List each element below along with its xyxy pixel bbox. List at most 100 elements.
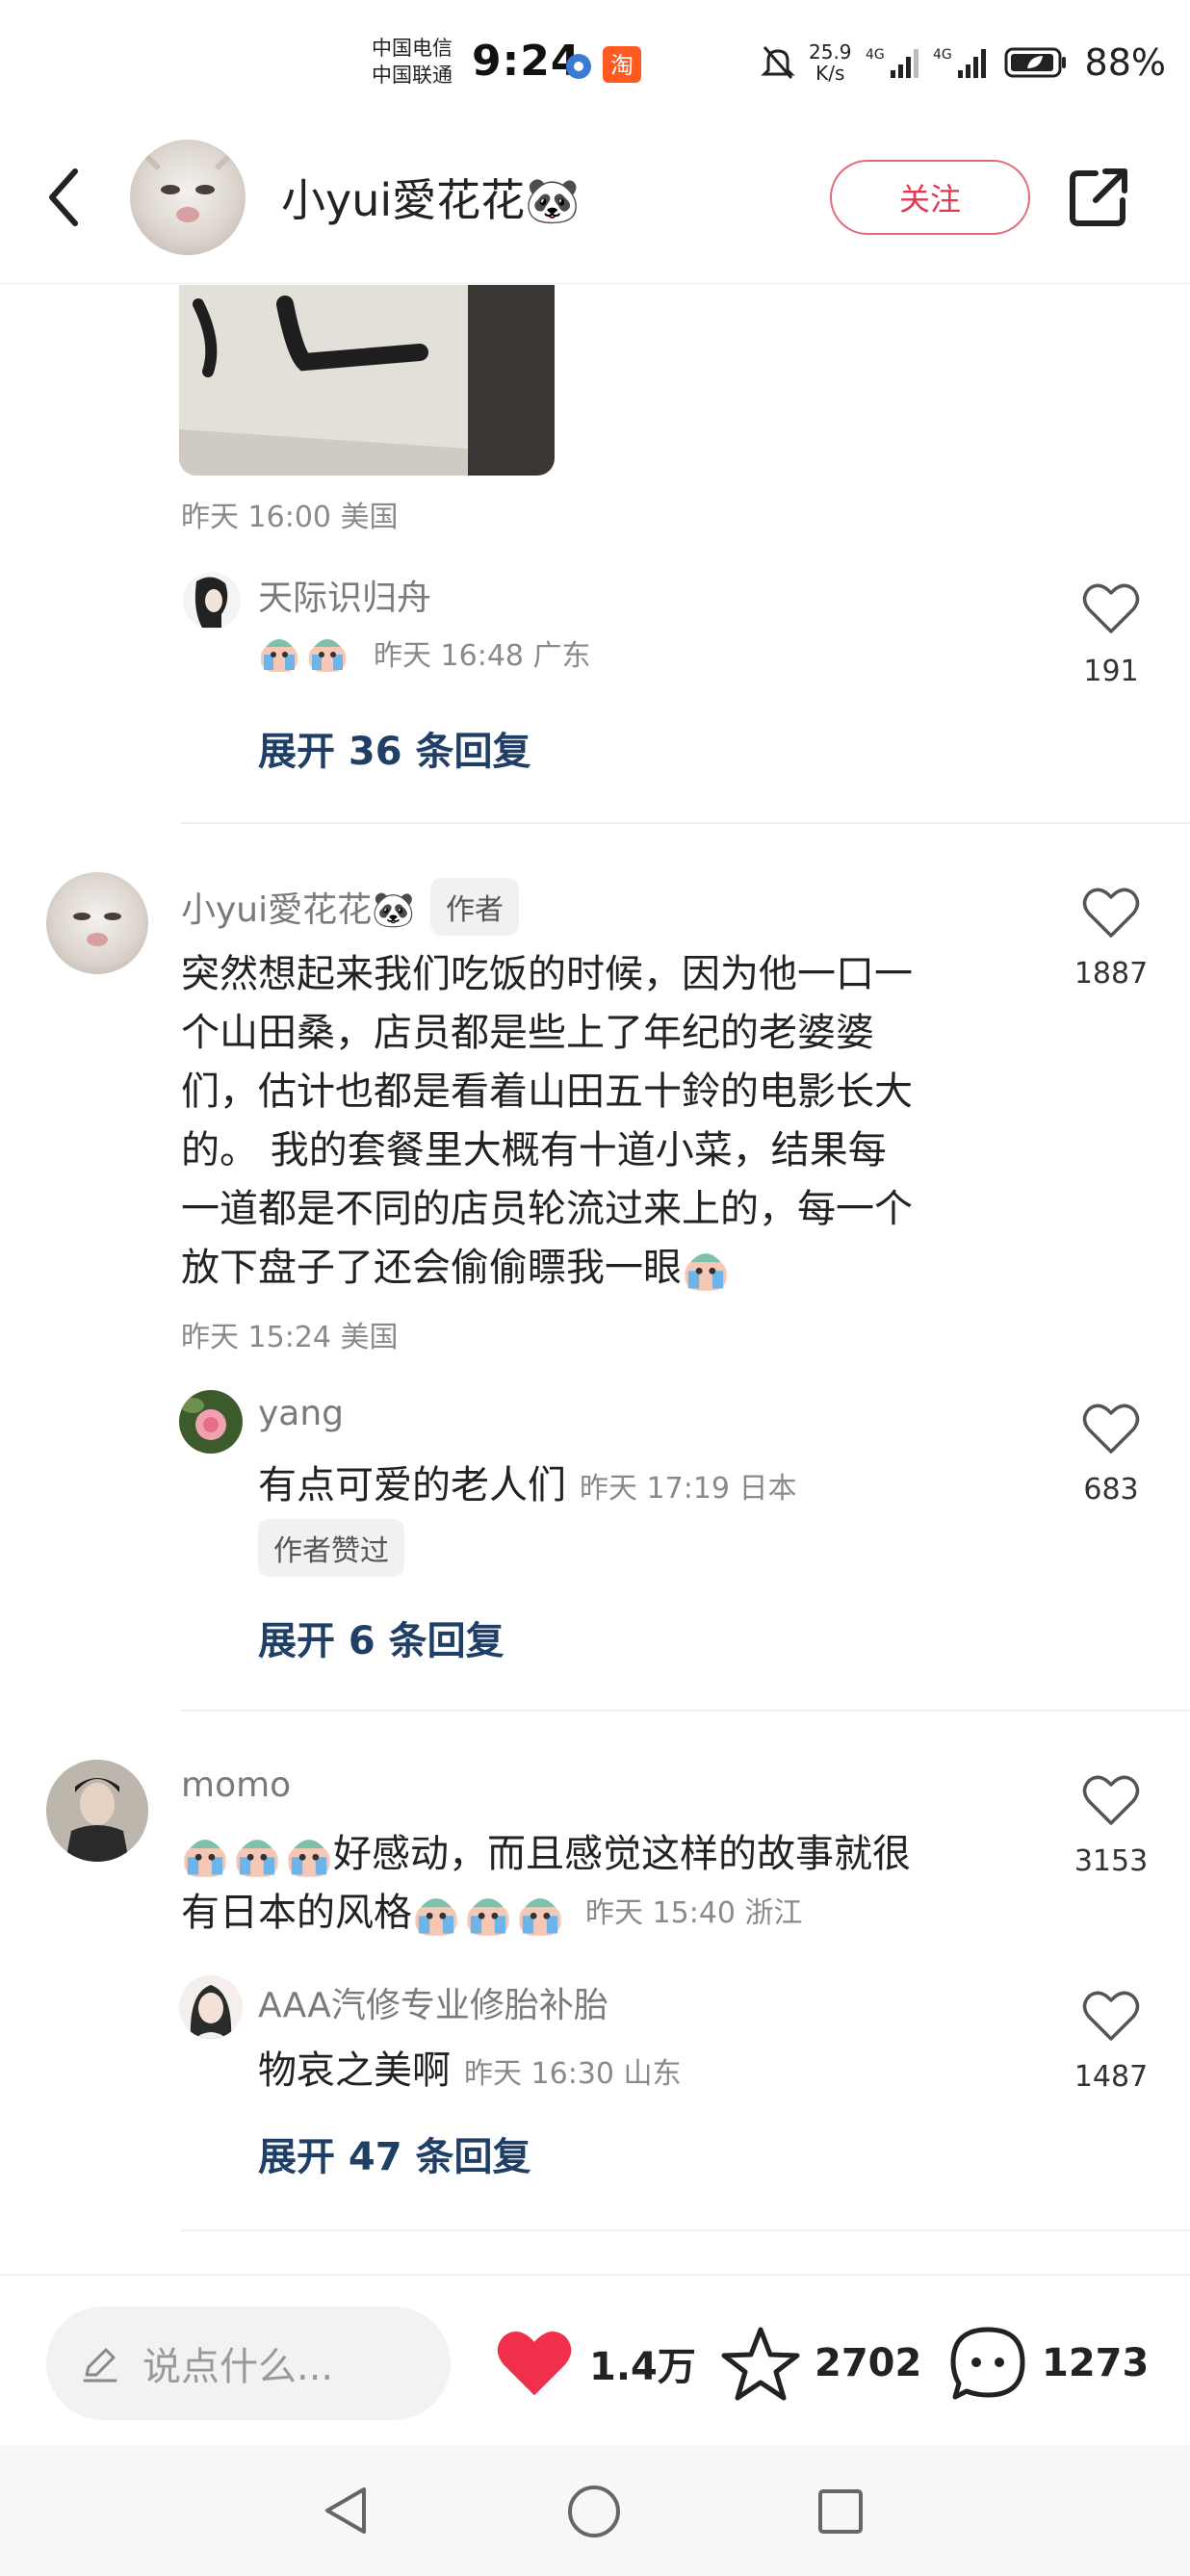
reply-like-button[interactable] [1082,581,1140,639]
commenter-avatar[interactable] [46,1760,148,1862]
comment-line: 们，估计也都是看着山田五十鈴的电影长大 [181,1069,913,1114]
crying-emoji-icon [467,1897,509,1936]
mute-icon [761,46,795,79]
comment-divider [181,1710,1190,1712]
reply-meta: 昨天 16:30 山东 [464,2057,682,2091]
carrier-unicom: 中国联通 [372,64,453,87]
reply-like-count: 1487 [1074,2060,1149,2094]
commenter-name[interactable]: 小yui愛花花🐼 [181,882,415,932]
like-count: 1.4万 [589,2345,696,2389]
comment-count: 1273 [1042,2341,1150,2385]
nav-recents-button[interactable] [816,2487,865,2539]
net-speed-unit: K/s [815,62,845,85]
star-outline-icon [721,2327,800,2401]
comment-line: 的。 我的套餐里大概有十道小菜，结果每 [181,1128,887,1172]
battery-icon [1004,47,1066,78]
nav-back-button[interactable] [322,2484,370,2541]
status-right: 25.9 K/s 4G 4G 88% [761,39,1166,87]
comment-line: 突然想起来我们吃饭的时候，因为他一口一 [181,952,913,996]
comment-line: 个山田桑，店员都是些上了年纪的老婆婆 [181,1011,874,1055]
author-name[interactable]: 小yui愛花花🐼 [281,166,580,229]
crying-emoji-icon [415,1897,457,1936]
comment-header: 小yui愛花花🐼 作者 [181,878,519,936]
reply-meta: 昨天 16:48 广东 [374,639,591,673]
favorite-count: 2702 [815,2341,922,2385]
author-liked-badge: 作者赞过 [258,1519,404,1577]
reply-like-button[interactable] [1082,1989,1140,2047]
location-icon [564,52,593,85]
comment-input-placeholder: 说点什么... [142,2345,334,2389]
reply-meta: 昨天 17:19 日本 [580,1472,797,1506]
comment-meta: 昨天 15:24 美国 [181,1321,399,1354]
reply-like-count: 683 [1083,1473,1139,1507]
expand-replies-button[interactable]: 展开 6 条回复 [258,1610,504,1665]
comment-line: 好感动，而且感觉这样的故事就很 [333,1832,911,1876]
like-post-button[interactable]: 1.4万 [493,2326,696,2401]
reply-like-count: 191 [1083,655,1139,688]
reply-avatar[interactable] [179,1975,243,2039]
triangle-back-icon [325,2487,366,2534]
signal-icon-1: 4G [866,47,918,78]
crying-emoji-icon [519,1897,561,1936]
comments-button[interactable]: 1273 [947,2324,1149,2403]
share-button[interactable] [1067,166,1130,229]
crying-emoji-icon [288,1839,330,1877]
net-speed: 25.9 K/s [809,41,852,84]
share-icon [1070,168,1127,226]
comment-image[interactable] [179,285,555,476]
comment-divider [181,2229,1190,2231]
back-button[interactable] [42,164,89,231]
reply-content: 有点可爱的老人们 昨天 17:19 日本 [258,1454,797,1509]
heart-outline-icon [1082,888,1140,938]
reply-content: 物哀之美啊 昨天 16:30 山东 [258,2039,682,2095]
comment-like-count: 3153 [1074,1844,1149,1878]
crying-emoji-icon [261,639,298,672]
svg-text:4G: 4G [866,47,885,63]
comment-input[interactable]: 说点什么... [46,2306,451,2420]
header-divider [0,283,1190,284]
heart-outline-icon [1082,1404,1140,1454]
heart-outline-icon [1082,1775,1140,1825]
comment-bubble-icon [950,2327,1025,2400]
comment-divider [181,822,1190,824]
follow-button[interactable]: 关注 [830,160,1030,235]
battery-percent: 88% [1084,41,1166,84]
reply-text: 物哀之美啊 [258,2048,451,2093]
taobao-icon: 淘 [601,44,643,89]
expand-replies-button[interactable]: 展开 36 条回复 [258,720,531,776]
author-badge: 作者 [429,878,519,936]
comment-like-count: 1887 [1074,957,1149,991]
comment-text: 突然想起来我们吃饭的时候，因为他一口一 个山田桑，店员都是些上了年纪的老婆婆 们… [181,945,1048,1298]
reply-author-name[interactable]: yang [258,1394,344,1433]
reply-like-button[interactable] [1082,1402,1140,1459]
crying-emoji-icon [685,1252,727,1291]
svg-text:4G: 4G [933,47,952,63]
reply-author-name[interactable]: 天际识归舟 [258,570,431,620]
commenter-avatar[interactable] [46,872,148,974]
favorite-button[interactable]: 2702 [720,2324,921,2403]
comment-like-button[interactable] [1082,886,1140,943]
reply-author-name[interactable]: AAA汽修专业修胎补胎 [258,1977,608,2027]
author-avatar[interactable] [130,140,246,255]
reply-avatar[interactable] [183,572,241,630]
post-meta: 昨天 16:00 美国 [181,501,399,534]
crying-emoji-icon [236,1839,278,1877]
comment-line: 一道都是不同的店员轮流过来上的，每一个 [181,1187,913,1231]
carrier-info: 中国电信 中国联通 [372,35,453,89]
commenter-name[interactable]: momo [181,1765,291,1805]
reply-content: 昨天 16:48 广东 [258,631,591,674]
carrier-telecom: 中国电信 [372,37,453,60]
crying-emoji-icon [184,1839,226,1877]
pencil-icon [83,2348,117,2383]
expand-replies-button[interactable]: 展开 47 条回复 [258,2125,531,2181]
chevron-left-icon [49,168,78,226]
comment-text: 好感动，而且感觉这样的故事就很 有日本的风格 昨天 15:40 浙江 [181,1825,1048,1943]
nav-home-button[interactable] [566,2484,622,2543]
circle-home-icon [568,2486,620,2537]
net-speed-value: 25.9 [809,40,852,64]
heart-outline-icon [1082,1991,1140,2041]
comment-like-button[interactable] [1082,1773,1140,1831]
square-recents-icon [818,2489,863,2534]
reply-text: 有点可爱的老人们 [258,1463,566,1507]
reply-avatar[interactable] [179,1390,243,1454]
